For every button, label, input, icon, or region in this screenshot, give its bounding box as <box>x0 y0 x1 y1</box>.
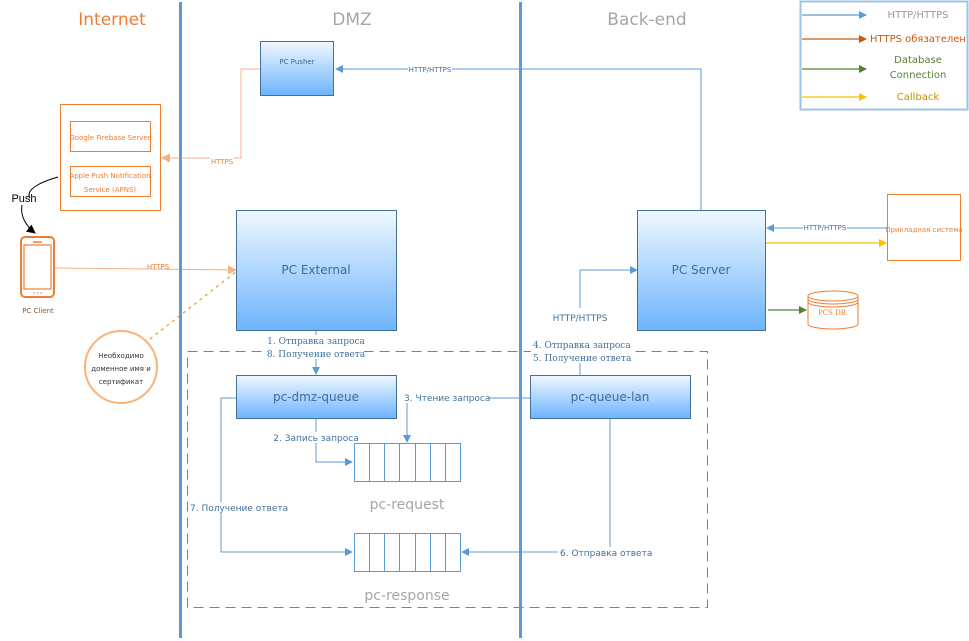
legend-label-2: Connection <box>890 70 947 81</box>
connector-server-to-pusher <box>335 65 702 210</box>
phone-button-dot <box>36 292 39 294</box>
note-line3: сертификат <box>99 378 143 386</box>
queue-pc-response[interactable] <box>354 533 461 572</box>
legend-label-0: HTTP/HTTPS <box>888 10 949 21</box>
node-applied-system-label: Прикладная система <box>885 226 963 234</box>
push-curve-arrow <box>21 204 36 234</box>
connector-lan-to-server <box>579 266 638 308</box>
node-pc-external[interactable]: PC External <box>236 210 397 331</box>
queue-frame <box>354 443 461 482</box>
label-push: Push <box>11 193 36 205</box>
label-step8: 8. Получение ответа <box>267 350 366 360</box>
node-pc-server[interactable]: PC Server <box>637 210 766 331</box>
node-pc-queue-lan[interactable]: pc-queue-lan <box>530 375 691 419</box>
label-server-to-pusher: HTTP/HTTPS <box>409 66 452 74</box>
label-step3: 3. Чтение запроса <box>404 394 490 404</box>
connector-step6 <box>461 419 611 556</box>
legend-label-2: Database <box>894 55 942 66</box>
node-pc-dmz-queue[interactable]: pc-dmz-queue <box>236 375 397 419</box>
connector-step7 <box>220 397 353 556</box>
queue-pc-request[interactable] <box>354 443 461 482</box>
label-step7: 7. Получение ответа <box>190 504 288 514</box>
label-step4: 4. Отправка запроса <box>533 341 631 351</box>
label-client-to-external: HTTPS <box>147 263 170 271</box>
connector-step3 <box>403 397 530 443</box>
node-push-providers[interactable]: Google Firebase Server Apple Push Notifi… <box>60 104 161 211</box>
legend: HTTP/HTTPS HTTPS обязателен Database Connec… <box>799 0 969 111</box>
note-line2: доменное имя и <box>91 365 151 373</box>
label-step6: 6. Отправка ответа <box>560 549 652 559</box>
phone-screen-icon <box>23 244 52 290</box>
phone-button-dot <box>40 292 42 294</box>
node-pc-external-label: PC External <box>281 263 350 277</box>
node-pc-client-label: PC Client <box>22 307 54 315</box>
zone-title-internet: Internet <box>78 10 146 30</box>
architecture-diagram: Internet DMZ Back-end HTTP/HTTPS HTTPS H… <box>11 0 969 638</box>
legend-label-1: HTTPS обязателен <box>870 34 966 45</box>
label-step1: 1. Отправка запроса <box>267 337 365 347</box>
node-pcs-db[interactable]: PCS DB <box>807 290 859 330</box>
label-pusher-to-provider: HTTPS <box>211 158 234 166</box>
node-pc-pusher[interactable]: PC Pusher <box>260 41 334 96</box>
zone-title-dmz: DMZ <box>332 10 371 30</box>
node-apns-label-line1: Apple Push Notification <box>69 172 150 180</box>
node-pc-dmz-queue-label: pc-dmz-queue <box>273 390 359 404</box>
note-line1: Необходимо <box>98 352 144 360</box>
legend-label-3: Callback <box>897 92 940 103</box>
zone-title-backend: Back-end <box>607 10 686 30</box>
label-step5: 5. Получение ответа <box>533 354 632 364</box>
queue-pc-response-label: pc-response <box>364 588 449 604</box>
node-pc-client[interactable]: PC Client <box>20 236 55 315</box>
node-applied-system[interactable]: Прикладная система <box>885 194 963 261</box>
node-pc-pusher-label: PC Pusher <box>279 58 314 66</box>
note-connector <box>149 270 238 340</box>
node-pc-server-label: PC Server <box>672 263 731 277</box>
queue-frame <box>354 533 461 572</box>
node-pc-queue-lan-label: pc-queue-lan <box>571 390 650 404</box>
queue-pc-request-label: pc-request <box>370 497 445 513</box>
label-step2: 2. Запись запроса <box>273 434 358 444</box>
node-pcs-db-label: PCS DB <box>818 309 846 317</box>
note-domain-certificate: Необходимо доменное имя и сертификат <box>84 330 158 404</box>
node-apns-label-line2: Service (APNS) <box>84 186 137 194</box>
database-top <box>807 290 859 302</box>
label-applied-to-server: HTTP/HTTPS <box>804 224 847 232</box>
phone-button-dot <box>33 292 35 294</box>
node-firebase-label: Google Firebase Server <box>69 134 150 142</box>
connector-pusher-to-provider <box>161 68 261 163</box>
label-lan-to-server: HTTP/HTTPS <box>553 314 608 324</box>
connector-client-to-external <box>54 265 237 275</box>
